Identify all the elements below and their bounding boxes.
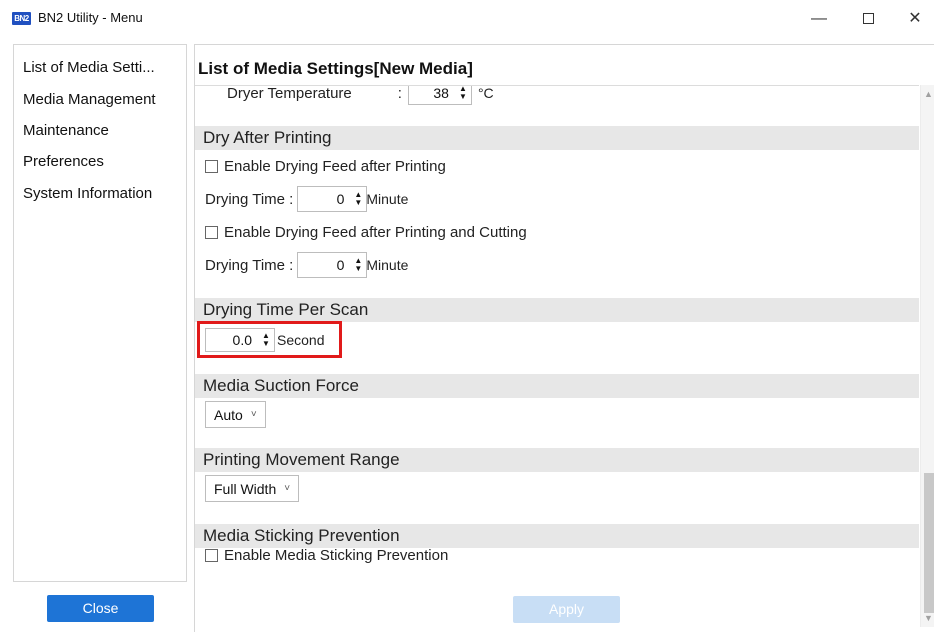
drying-time-label-2: Drying Time : <box>205 256 294 274</box>
enable-drying-feed-checkbox[interactable] <box>205 160 218 173</box>
spinner-arrows-icon[interactable]: ▲ ▼ <box>352 257 364 273</box>
drying-time-per-scan-row: 0.0 ▲ ▼ Second <box>205 328 324 352</box>
drying-time-per-scan-spinner[interactable]: 0.0 ▲ ▼ <box>205 328 275 352</box>
sidebar-item-media-management[interactable]: Media Management <box>23 91 156 108</box>
drying-time-value-2[interactable]: 0 <box>298 257 350 273</box>
drying-time-unit-2: Minute <box>366 257 409 273</box>
page-title: List of Media Settings[New Media] <box>198 59 473 78</box>
close-window-button[interactable]: ✕ <box>892 4 934 34</box>
media-suction-force-value: Auto <box>214 406 243 423</box>
enable-drying-feed-cutting-row[interactable]: Enable Drying Feed after Printing and Cu… <box>205 224 527 241</box>
apply-button[interactable]: Apply <box>513 596 620 623</box>
enable-drying-feed-cutting-label: Enable Drying Feed after Printing and Cu… <box>224 224 527 241</box>
sidebar-item-system-information[interactable]: System Information <box>23 185 152 202</box>
app-icon: BN2 <box>12 12 31 25</box>
window-title: BN2 Utility - Menu <box>38 10 143 25</box>
dryer-temperature-row: Dryer Temperature : 38 ▲ ▼ °C <box>227 85 494 105</box>
minimize-button[interactable]: — <box>796 4 842 34</box>
dryer-temperature-separator: : <box>397 85 402 102</box>
chevron-down-icon: ˅ <box>250 409 257 420</box>
media-suction-force-select[interactable]: Auto ˅ <box>205 401 266 428</box>
printing-movement-range-select[interactable]: Full Width ˅ <box>205 475 300 502</box>
drying-time-per-scan-value[interactable]: 0.0 <box>206 332 258 348</box>
dryer-temperature-value[interactable]: 38 <box>409 86 455 101</box>
vertical-scrollbar[interactable]: ▲ ▼ <box>920 85 934 627</box>
drying-time-unit-1: Minute <box>366 191 409 207</box>
main-panel: List of Media Settings[New Media] Dryer … <box>194 44 934 632</box>
sidebar-item-list-of-media-settings[interactable]: List of Media Setti... <box>23 59 155 76</box>
dryer-temperature-spinner[interactable]: 38 ▲ ▼ <box>407 86 472 105</box>
drying-time-spinner-1[interactable]: 0 ▲ ▼ <box>297 186 368 212</box>
title-bar: BN2 BN2 Utility - Menu — ✕ <box>0 0 934 36</box>
enable-drying-feed-row[interactable]: Enable Drying Feed after Printing <box>205 158 446 175</box>
chevron-down-icon: ˅ <box>284 483 291 494</box>
dryer-temperature-label: Dryer Temperature <box>227 85 352 102</box>
spinner-arrows-icon[interactable]: ▲ ▼ <box>260 332 272 348</box>
drying-time-per-scan-unit: Second <box>277 332 325 348</box>
scrollbar-thumb[interactable] <box>924 473 934 613</box>
section-printing-movement-range: Printing Movement Range <box>195 448 919 472</box>
drying-time-row-2: Drying Time : 0 ▲ ▼ Minute <box>205 252 408 278</box>
printing-movement-range-value: Full Width <box>214 480 277 497</box>
dryer-temperature-unit: °C <box>477 85 494 101</box>
maximize-icon <box>862 13 874 25</box>
drying-time-spinner-2[interactable]: 0 ▲ ▼ <box>297 252 368 278</box>
spinner-arrows-icon[interactable]: ▲ ▼ <box>352 191 364 207</box>
enable-media-sticking-prevention-row[interactable]: Enable Media Sticking Prevention <box>205 547 448 564</box>
settings-scroll-area: Dryer Temperature : 38 ▲ ▼ °C Dry After P… <box>195 85 919 627</box>
media-suction-force-row: Auto ˅ <box>205 401 266 428</box>
drying-time-value-1[interactable]: 0 <box>298 191 350 207</box>
scroll-down-icon[interactable]: ▼ <box>921 613 934 623</box>
enable-media-sticking-prevention-checkbox[interactable] <box>205 549 218 562</box>
section-media-suction-force: Media Suction Force <box>195 374 919 398</box>
scroll-up-icon[interactable]: ▲ <box>921 89 934 99</box>
printing-movement-range-row: Full Width ˅ <box>205 475 300 502</box>
section-media-sticking-prevention: Media Sticking Prevention <box>195 524 919 548</box>
section-dry-after-printing: Dry After Printing <box>195 126 919 150</box>
spinner-arrows-icon[interactable]: ▲ ▼ <box>457 86 469 101</box>
close-button[interactable]: Close <box>47 595 154 622</box>
drying-time-label-1: Drying Time : <box>205 190 294 208</box>
sidebar-item-maintenance[interactable]: Maintenance <box>23 122 109 139</box>
drying-time-row-1: Drying Time : 0 ▲ ▼ Minute <box>205 186 408 212</box>
sidebar: List of Media Setti... Media Management … <box>13 44 187 582</box>
enable-drying-feed-label: Enable Drying Feed after Printing <box>224 158 446 175</box>
maximize-button[interactable] <box>845 4 891 34</box>
enable-drying-feed-cutting-checkbox[interactable] <box>205 226 218 239</box>
enable-media-sticking-prevention-label: Enable Media Sticking Prevention <box>224 547 449 564</box>
sidebar-item-preferences[interactable]: Preferences <box>23 153 104 170</box>
section-drying-time-per-scan: Drying Time Per Scan <box>195 298 919 322</box>
